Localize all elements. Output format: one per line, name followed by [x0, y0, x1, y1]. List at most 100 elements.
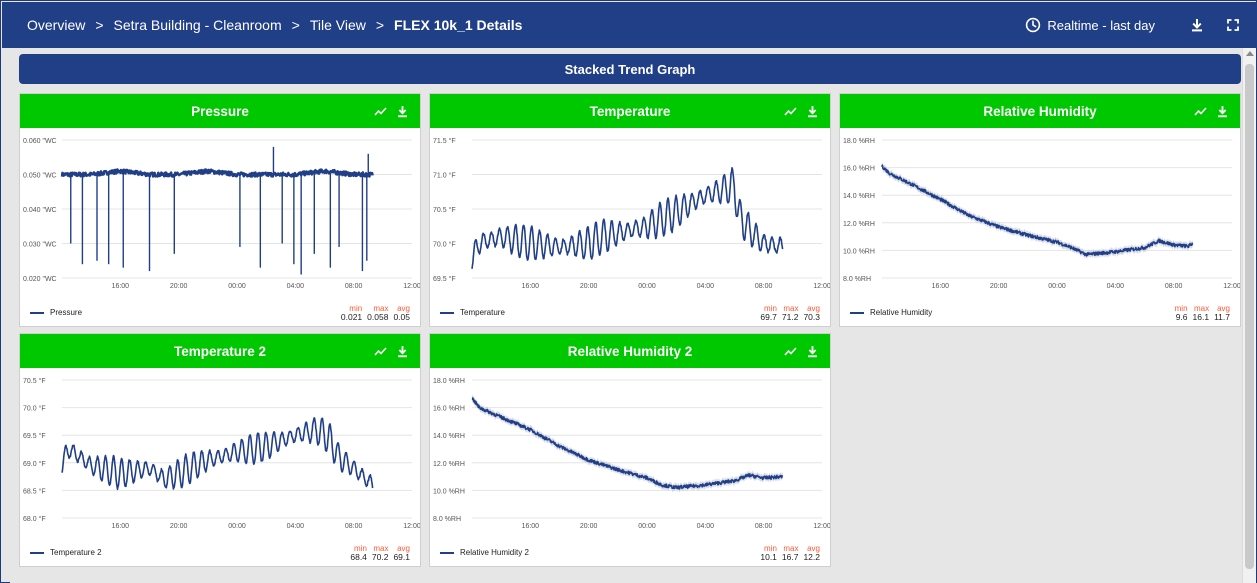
series-band — [472, 394, 783, 493]
x-tick-label: 08:00 — [1165, 283, 1183, 290]
chart-area: 18.0 %RH 16.0 %RH 14.0 %RH 12.0 %RH 10.0 %RH… — [430, 368, 830, 566]
stat-max: max 16.7 — [782, 544, 799, 562]
panel-header: Pressure — [20, 94, 420, 128]
x-tick-label: 20:00 — [580, 523, 598, 530]
download-icon[interactable] — [1189, 17, 1205, 33]
x-tick-label: 12:00 — [1223, 283, 1240, 290]
y-tick-label: 16.0 %RH — [843, 166, 875, 173]
panel-header: Temperature — [430, 94, 830, 128]
x-tick-label: 20:00 — [170, 283, 188, 290]
download-icon[interactable] — [1216, 105, 1229, 118]
time-range-selector[interactable]: Realtime - last day — [1025, 17, 1155, 33]
breadcrumb-cleanroom[interactable]: Setra Building - Cleanroom — [114, 17, 282, 33]
stat-avg: avg 70.3 — [803, 304, 820, 322]
relative-humidity-chart: 18.0 %RH 16.0 %RH 14.0 %RH 12.0 %RH 10.0 %RH… — [843, 138, 1240, 290]
legend-label: Relative Humidity — [870, 308, 933, 317]
stat-avg: avg 69.1 — [393, 544, 410, 562]
y-tick-label: 18.0 %RH — [843, 138, 875, 145]
x-tick-label: 00:00 — [228, 283, 246, 290]
chart-legend[interactable]: Relative Humidity — [850, 308, 932, 317]
legend-swatch — [850, 311, 864, 314]
panel-header: Relative Humidity — [840, 94, 1240, 128]
y-tick-label: 8.0 %RH — [843, 276, 871, 283]
x-tick-label: 04:00 — [287, 283, 305, 290]
stat-value: 0.058 — [367, 312, 389, 322]
y-tick-label: 69.5 °F — [23, 432, 46, 440]
series-line — [881, 164, 1194, 257]
top-nav-bar: Overview > Setra Building - Cleanroom > … — [2, 2, 1257, 48]
chart-legend[interactable]: Temperature 2 — [30, 548, 102, 557]
chart-area: 71.5 °F 71.0 °F 70.5 °F 70.0 °F 69.5 °F 16:00… — [430, 128, 830, 326]
download-icon[interactable] — [396, 105, 409, 118]
chart-legend[interactable]: Pressure — [30, 308, 82, 317]
stat-value: 16.1 — [1192, 312, 1210, 322]
breadcrumb-tile-view[interactable]: Tile View — [310, 17, 366, 33]
download-icon[interactable] — [806, 345, 819, 358]
y-tick-label: 12.0 %RH — [433, 461, 465, 468]
chart-area: 0.060 "WC 0.050 "WC 0.040 "WC 0.030 "WC 0.02… — [20, 128, 420, 326]
legend-swatch — [30, 311, 44, 314]
breadcrumb-overview[interactable]: Overview — [27, 17, 85, 33]
y-tick-label: 10.0 %RH — [433, 488, 465, 495]
chart-legend[interactable]: Relative Humidity 2 — [440, 548, 529, 557]
trend-icon[interactable] — [784, 105, 797, 118]
legend-swatch — [440, 551, 454, 554]
scroll-up-arrow-icon[interactable] — [1246, 51, 1254, 56]
legend-label: Relative Humidity 2 — [460, 548, 529, 557]
trend-icon[interactable] — [374, 345, 387, 358]
panel-title: Relative Humidity 2 — [567, 343, 693, 359]
fullscreen-icon[interactable] — [1225, 17, 1241, 33]
x-tick-label: 04:00 — [697, 283, 715, 290]
pressure-chart: 0.060 "WC 0.050 "WC 0.040 "WC 0.030 "WC 0.02… — [23, 138, 420, 290]
stat-value: 0.05 — [393, 312, 410, 322]
stats-summary: min 0.021 max 0.058 avg 0.05 — [341, 304, 410, 322]
stacked-trend-graph-button[interactable]: Stacked Trend Graph — [19, 54, 1241, 84]
legend-swatch — [440, 311, 454, 314]
y-tick-label: 0.060 "WC — [23, 138, 57, 145]
stat-value: 70.2 — [371, 552, 389, 562]
trend-icon[interactable] — [374, 105, 387, 118]
panel-title: Pressure — [191, 103, 249, 119]
breadcrumb-separator: > — [375, 17, 385, 33]
download-icon[interactable] — [806, 105, 819, 118]
x-tick-label: 20:00 — [580, 283, 598, 290]
panel-title: Temperature — [589, 103, 671, 119]
stat-value: 0.021 — [340, 312, 363, 322]
stat-min: min 9.6 — [1175, 304, 1188, 322]
x-tick-label: 08:00 — [755, 283, 773, 290]
y-tick-label: 69.5 °F — [433, 275, 456, 283]
stat-min: min 68.4 — [350, 544, 367, 562]
y-tick-label: 8.0 %RH — [433, 516, 461, 523]
x-tick-label: 04:00 — [1107, 283, 1125, 290]
x-tick-label: 08:00 — [345, 283, 363, 290]
temperature-chart: 71.5 °F 71.0 °F 70.5 °F 70.0 °F 69.5 °F 16:00… — [433, 137, 830, 290]
breadcrumb: Overview > Setra Building - Cleanroom > … — [2, 17, 522, 33]
vertical-scrollbar[interactable] — [1242, 48, 1256, 583]
x-tick-label: 00:00 — [638, 523, 656, 530]
scrollbar-thumb[interactable] — [1245, 64, 1254, 569]
y-tick-label: 71.0 °F — [433, 172, 456, 180]
trend-icon[interactable] — [784, 345, 797, 358]
x-tick-label: 16:00 — [932, 283, 950, 290]
stat-value: 68.4 — [350, 552, 367, 562]
y-tick-label: 70.0 °F — [23, 405, 46, 413]
y-tick-label: 0.050 "WC — [23, 173, 57, 180]
top-actions: Realtime - last day — [1025, 17, 1257, 33]
legend-swatch — [30, 551, 44, 554]
y-tick-label: 16.0 %RH — [433, 406, 465, 413]
y-tick-label: 10.0 %RH — [843, 248, 875, 255]
chart-area: 70.5 °F 70.0 °F 69.5 °F 69.0 °F 68.5 °F 68.0 … — [20, 368, 420, 566]
y-tick-label: 70.5 °F — [433, 206, 456, 214]
stats-summary: min 10.1 max 16.7 avg 12.2 — [760, 544, 820, 562]
clock-icon — [1025, 17, 1041, 33]
y-tick-label: 68.0 °F — [23, 515, 46, 523]
temperature-2-chart: 70.5 °F 70.0 °F 69.5 °F 69.0 °F 68.5 °F 68.0 … — [23, 377, 420, 530]
legend-label: Temperature — [460, 308, 505, 317]
download-icon[interactable] — [396, 345, 409, 358]
stat-avg: avg 11.7 — [1214, 304, 1230, 322]
stat-avg: avg 0.05 — [393, 304, 410, 322]
x-tick-label: 20:00 — [170, 523, 188, 530]
stats-summary: min 9.6 max 16.1 avg 11.7 — [1175, 304, 1230, 322]
chart-legend[interactable]: Temperature — [440, 308, 505, 317]
trend-icon[interactable] — [1194, 105, 1207, 118]
